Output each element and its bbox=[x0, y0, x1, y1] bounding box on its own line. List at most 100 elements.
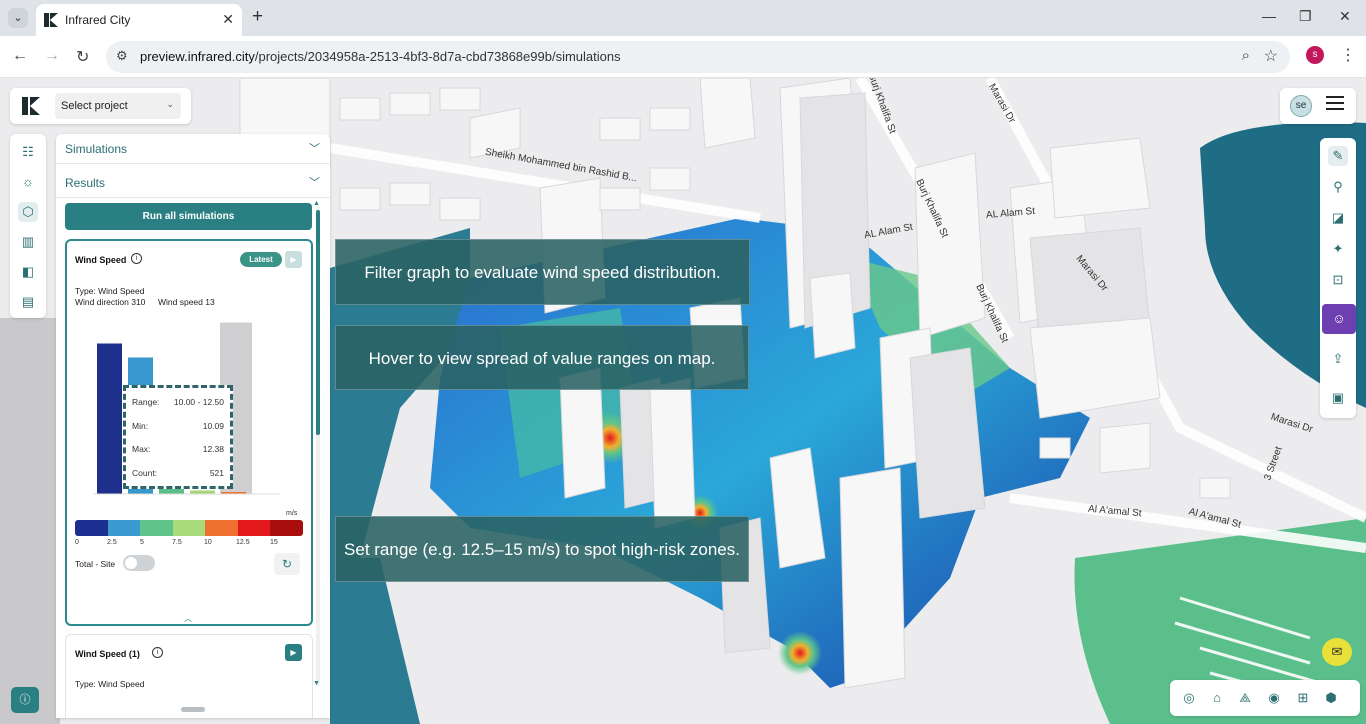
panel-resize-handle[interactable] bbox=[181, 707, 205, 712]
scroll-down-icon[interactable]: ▼ bbox=[313, 680, 320, 687]
home-icon[interactable]: ⌂ bbox=[1208, 689, 1226, 707]
max-value: 12.38 bbox=[202, 444, 224, 454]
legend-swatch[interactable] bbox=[270, 520, 303, 536]
info-icon[interactable]: i bbox=[152, 647, 163, 658]
focus-scan-icon[interactable]: ⊡ bbox=[1328, 270, 1348, 290]
run-all-simulations-button[interactable]: Run all simulations bbox=[65, 203, 312, 230]
frame-icon[interactable]: ⊞ bbox=[1294, 689, 1312, 707]
pencil-icon[interactable]: ✎ bbox=[1328, 146, 1348, 166]
clipboard-icon[interactable]: ▤ bbox=[18, 292, 38, 312]
ai-robot-icon[interactable]: ☺ bbox=[1322, 304, 1356, 334]
save-icon[interactable]: ▣ bbox=[1328, 388, 1348, 408]
close-window-icon[interactable]: ✕ bbox=[1339, 8, 1351, 25]
compass-icon[interactable]: ◎ bbox=[1180, 689, 1198, 707]
chevron-up-icon[interactable]: ︿ bbox=[184, 613, 192, 624]
legend-tick: 0 bbox=[75, 539, 79, 546]
legend-swatch[interactable] bbox=[205, 520, 238, 536]
chevron-down-icon: ﹀ bbox=[309, 143, 320, 155]
range-label: Range: bbox=[132, 397, 160, 407]
browser-menu-icon[interactable]: ⋮ bbox=[1340, 45, 1356, 65]
infrared-favicon-icon bbox=[44, 13, 58, 27]
legend-unit: m/s bbox=[286, 510, 298, 517]
close-tab-icon[interactable]: ✕ bbox=[222, 11, 234, 28]
info-icon[interactable]: i bbox=[131, 253, 142, 264]
scrollbar-thumb[interactable] bbox=[316, 210, 320, 435]
compare-panels-icon[interactable]: ▥ bbox=[18, 232, 38, 252]
tab-search-dropdown[interactable]: ⌄ bbox=[8, 8, 28, 28]
result-type: Type: Wind Speed bbox=[75, 286, 145, 296]
play-icon[interactable]: ▶ bbox=[285, 644, 302, 661]
count-value: 521 bbox=[209, 467, 224, 478]
play-icon[interactable]: ▶ bbox=[285, 251, 302, 268]
tooltip-count-row: Count: 521 bbox=[132, 462, 224, 486]
address-bar: ← → ↻ ⚙ preview.infrared.city/projects/2… bbox=[0, 36, 1366, 78]
range-tip-overlay: Set range (e.g. 12.5–15 m/s) to spot hig… bbox=[335, 516, 749, 582]
help-info-icon[interactable]: ⓘ bbox=[11, 687, 39, 713]
histogram-bar[interactable] bbox=[190, 490, 215, 495]
maximize-icon[interactable]: ❐ bbox=[1299, 8, 1312, 25]
hover-tip-overlay: Hover to view spread of value ranges on … bbox=[335, 325, 749, 390]
view-controls-bar: ◎ ⌂ ⟁ ◉ ⊞ ⬢ bbox=[1170, 680, 1360, 716]
select-area-icon[interactable]: ◪ bbox=[1328, 208, 1348, 228]
upload-icon[interactable]: ⇪ bbox=[1328, 349, 1348, 369]
reset-icon[interactable]: ↻ bbox=[274, 553, 300, 575]
legend-swatch[interactable] bbox=[237, 520, 271, 536]
scroll-up-icon[interactable]: ▲ bbox=[313, 200, 320, 207]
histogram-bar[interactable] bbox=[97, 343, 122, 495]
latest-badge: Latest bbox=[240, 252, 282, 267]
hamburger-menu-icon[interactable] bbox=[1326, 96, 1344, 98]
result-title: Wind Speed (1) bbox=[75, 649, 140, 659]
simulations-accordion[interactable]: Simulations ﹀ bbox=[56, 134, 330, 164]
back-icon[interactable]: ← bbox=[12, 47, 28, 65]
infrared-logo-icon[interactable] bbox=[22, 97, 40, 115]
user-avatar[interactable]: se bbox=[1290, 95, 1312, 117]
legend-tick: 12.5 bbox=[236, 539, 250, 546]
split-view-icon[interactable]: ◧ bbox=[18, 262, 38, 282]
legend-swatch[interactable] bbox=[172, 520, 206, 536]
chevron-down-icon: ⌄ bbox=[166, 99, 174, 109]
legend-tick: 15 bbox=[270, 539, 278, 546]
browser-tab-bar: ⌄ Infrared City ✕ + — ❐ ✕ bbox=[0, 0, 1366, 36]
cube-icon[interactable]: ⬡ bbox=[18, 202, 38, 222]
results-accordion[interactable]: Results ﹀ bbox=[56, 168, 330, 198]
bookmark-star-icon[interactable]: ☆ bbox=[1264, 46, 1278, 66]
url-field[interactable]: ⚙ preview.infrared.city/projects/2034958… bbox=[106, 41, 1290, 73]
minimize-icon[interactable]: — bbox=[1262, 8, 1276, 24]
measure-icon[interactable]: ⟁ bbox=[1236, 689, 1254, 707]
tooltip-min-row: Min: 10.09 bbox=[132, 415, 224, 439]
result-type: Type: Wind Speed bbox=[75, 679, 145, 689]
profile-avatar[interactable]: s bbox=[1306, 46, 1324, 64]
filter-tip-overlay: Filter graph to evaluate wind speed dist… bbox=[335, 239, 750, 305]
min-label: Min: bbox=[132, 420, 149, 431]
wind-speed-result-card[interactable]: Wind Speed i Latest ▶ Type: Wind Speed W… bbox=[65, 239, 313, 626]
legend-swatch[interactable] bbox=[107, 520, 141, 536]
min-value: 10.09 bbox=[202, 420, 224, 431]
new-tab-icon[interactable]: + bbox=[252, 6, 263, 28]
legend-swatch[interactable] bbox=[75, 520, 108, 536]
wind-speed-1-result-card[interactable]: Wind Speed (1) i ▶ Type: Wind Speed bbox=[65, 634, 313, 718]
browser-tab[interactable]: Infrared City ✕ bbox=[36, 4, 242, 36]
chevron-down-icon: ﹀ bbox=[309, 177, 320, 189]
result-title: Wind Speed bbox=[75, 255, 127, 265]
satellite-icon[interactable]: ✦ bbox=[1328, 239, 1348, 259]
zoom-icon[interactable]: ⌕ bbox=[1242, 47, 1250, 64]
site-info-icon[interactable]: ⚙ bbox=[116, 48, 128, 64]
sun-icon[interactable]: ☼ bbox=[18, 172, 38, 192]
location-person-icon[interactable]: ⚲ bbox=[1328, 177, 1348, 197]
project-select[interactable]: Select project ⌄ bbox=[55, 93, 181, 119]
forward-icon[interactable]: → bbox=[44, 47, 60, 65]
tooltip-range-row: Range: 10.00 - 12.50 bbox=[132, 391, 224, 415]
reload-icon[interactable]: ↻ bbox=[76, 47, 89, 67]
project-select-label: Select project bbox=[61, 100, 128, 112]
count-label: Count: bbox=[132, 467, 158, 478]
legend-tick: 2.5 bbox=[107, 539, 117, 546]
3d-cube-icon[interactable]: ⬢ bbox=[1322, 689, 1340, 707]
color-legend[interactable] bbox=[75, 520, 303, 536]
range-value: 10.00 - 12.50 bbox=[173, 397, 224, 407]
max-label: Max: bbox=[132, 444, 151, 454]
chat-icon[interactable]: ✉ bbox=[1322, 638, 1352, 666]
total-site-toggle[interactable] bbox=[123, 555, 155, 571]
sliders-icon[interactable]: ☷ bbox=[18, 142, 38, 162]
legend-swatch[interactable] bbox=[140, 520, 173, 536]
eye-icon[interactable]: ◉ bbox=[1265, 689, 1283, 707]
